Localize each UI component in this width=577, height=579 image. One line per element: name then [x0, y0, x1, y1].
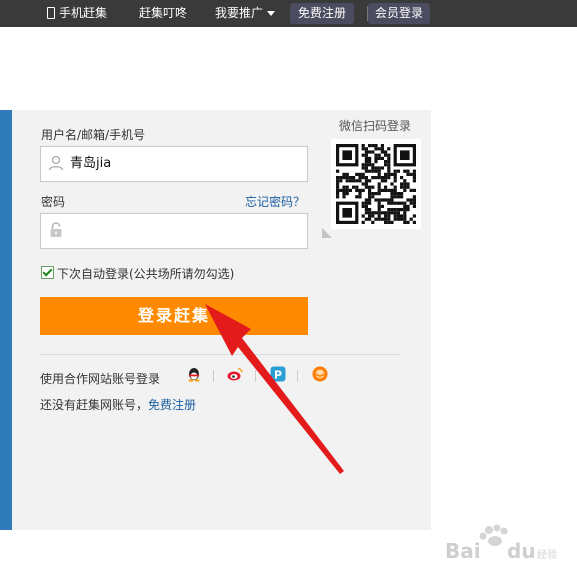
svg-text:Bai: Bai [445, 539, 481, 562]
svg-text:du: du [507, 539, 536, 562]
red-arrow-overlay [205, 304, 344, 474]
baidu-watermark-logo: Bai du 经验 [445, 524, 557, 562]
svg-text:经验: 经验 [537, 548, 557, 561]
red-arrow-icon [205, 304, 344, 474]
